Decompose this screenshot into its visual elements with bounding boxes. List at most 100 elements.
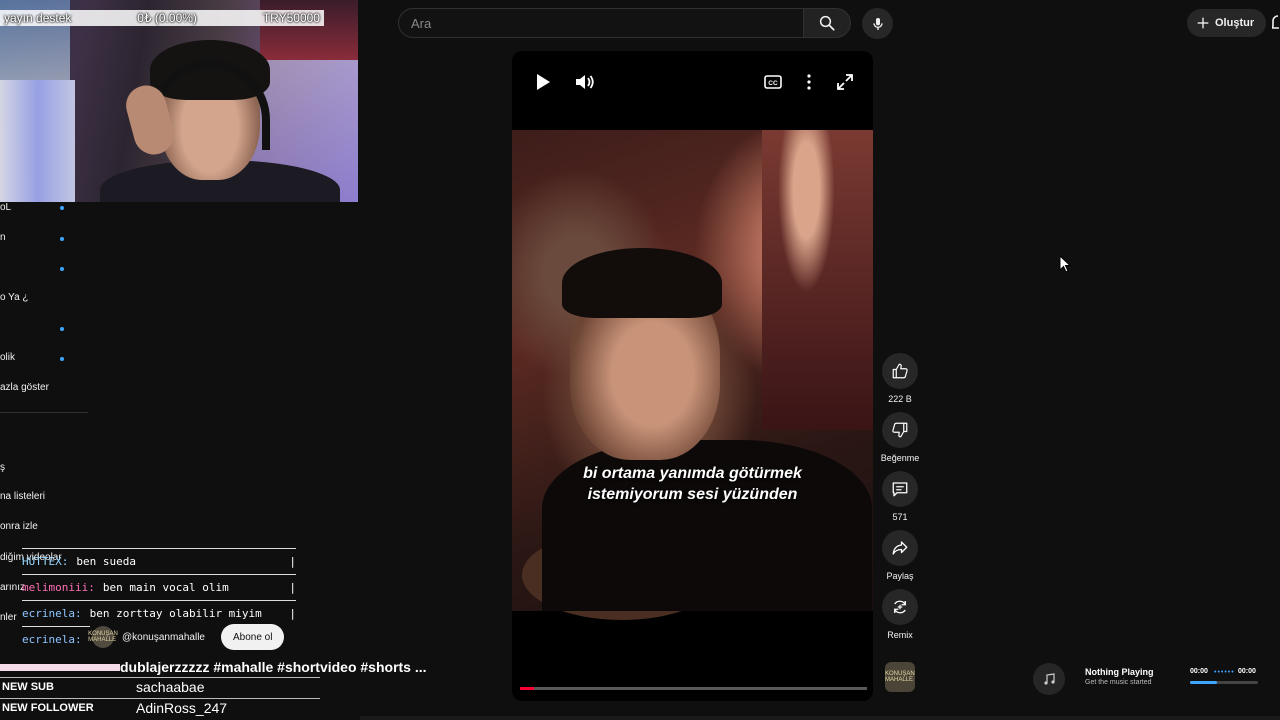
voice-search-button[interactable] — [862, 8, 893, 39]
video-frame[interactable] — [512, 130, 873, 620]
search-icon — [819, 15, 835, 31]
now-playing-title: Nothing Playing — [1085, 667, 1154, 677]
plus-icon — [1197, 17, 1209, 29]
dislike-button[interactable] — [882, 412, 918, 448]
caption-line: istemiyorum sesi yüzünden — [587, 486, 798, 503]
create-button[interactable]: Oluştur — [1187, 9, 1267, 37]
notifications-icon[interactable] — [1272, 12, 1280, 32]
chat-username: melimoniii: — [22, 581, 95, 594]
short-channel-row: KONUŞAN MAHALLE @konuşanmahalle Abone ol — [88, 624, 285, 650]
subscribe-button[interactable]: Abone ol — [220, 624, 285, 650]
remix-action[interactable]: Remix — [880, 589, 920, 640]
search-input[interactable] — [399, 9, 803, 37]
sidebar-item[interactable]: olik — [0, 352, 15, 363]
next-short-preview — [360, 716, 1280, 720]
sidebar-item[interactable]: ş — [0, 462, 5, 473]
thumbs-up-icon — [892, 363, 908, 379]
show-more-link[interactable]: azla göster — [0, 382, 49, 393]
alert-label: NEW SUB — [2, 680, 54, 693]
caption-line: bi ortama yanımda götürmek — [583, 465, 802, 482]
new-follower-alert: NEW FOLLOWER AdinRoss_247 — [0, 698, 320, 716]
thumbs-down-icon — [892, 422, 908, 438]
channel-handle[interactable]: @konuşanmahalle — [122, 632, 205, 643]
comments-button[interactable] — [882, 471, 918, 507]
overlay-strip — [0, 664, 120, 671]
channel-thumbnail[interactable]: KONUŞAN MAHALLE — [885, 662, 915, 692]
sidebar-item-playlists[interactable]: na listeleri — [0, 491, 45, 502]
music-widget-button[interactable] — [1033, 663, 1065, 695]
channel-logo-text: KONUŞAN MAHALLE — [885, 671, 915, 683]
channel-logo-text: KONUŞAN MAHALLE — [88, 631, 118, 643]
chat-message: HUTTEX: ben sueda | — [22, 548, 296, 574]
video-progress-bar[interactable] — [520, 687, 867, 690]
comment-icon — [892, 482, 908, 497]
remix-button[interactable] — [882, 589, 918, 625]
more-options-button[interactable] — [799, 72, 819, 92]
captions-button[interactable]: CC — [763, 72, 783, 92]
chat-message: melimoniii: ben main vocal olim | — [22, 574, 296, 600]
svg-text:CC: CC — [768, 80, 778, 87]
alert-value: AdinRoss_247 — [136, 699, 228, 716]
now-playing-progress-fill — [1190, 681, 1218, 684]
volume-icon — [576, 75, 594, 89]
share-icon — [892, 541, 908, 555]
like-action[interactable]: 222 B — [880, 353, 920, 404]
video-caption: bi ortama yanımda götürmek istemiyorum s… — [512, 463, 873, 505]
alert-label: NEW FOLLOWER — [2, 701, 94, 714]
live-dot — [60, 206, 64, 210]
donation-goal-bar: yayın destek 0₺ (0.00%) TRY50000 — [0, 10, 324, 26]
dislike-action[interactable]: Beğenme — [880, 412, 920, 463]
volume-button[interactable] — [575, 72, 595, 92]
fullscreen-button[interactable] — [835, 72, 855, 92]
sidebar-item-watch-later[interactable]: onra izle — [0, 521, 38, 532]
dislike-label: Beğenme — [880, 453, 920, 463]
comments-action[interactable]: 571 — [880, 471, 920, 522]
donation-progress: 0₺ (0.00%) — [137, 11, 197, 25]
shorts-player[interactable]: bi ortama yanımda götürmek istemiyorum s… — [512, 51, 873, 701]
live-dot — [60, 357, 64, 361]
live-dot — [60, 327, 64, 331]
now-playing-elapsed: 00:00 — [1190, 668, 1208, 675]
now-playing-progress[interactable] — [1190, 681, 1258, 684]
share-label: Paylaş — [886, 571, 914, 581]
search-box[interactable] — [398, 8, 803, 38]
chat-message: ecrinela: ben zorttay olabilir miyim | — [22, 600, 296, 626]
microphone-icon — [872, 17, 883, 30]
play-icon — [537, 74, 550, 90]
closed-captions-icon: CC — [764, 75, 782, 89]
chat-username: HUTTEX: — [22, 555, 69, 568]
live-dot — [60, 267, 64, 271]
play-button[interactable] — [533, 72, 553, 92]
channel-avatar[interactable]: KONUŞAN MAHALLE — [88, 626, 118, 648]
chat-text: ben sueda — [76, 555, 136, 568]
fullscreen-icon — [837, 74, 853, 90]
now-playing-total: 00:00 — [1238, 668, 1256, 675]
sidebar-item[interactable]: nler — [0, 612, 17, 623]
live-dot — [60, 237, 64, 241]
webcam-feed — [0, 0, 358, 202]
chat-username: ecrinela: — [22, 633, 82, 646]
short-description[interactable]: dublajerzzzzz #mahalle #shortvideo #shor… — [120, 659, 427, 675]
like-count: 222 B — [888, 394, 912, 404]
chat-text: ben main vocal olim — [102, 581, 229, 594]
now-playing-subtitle: Get the music started — [1085, 679, 1152, 686]
sidebar-divider — [0, 412, 88, 413]
donation-goal: TRY50000 — [262, 11, 320, 25]
chat-username: ecrinela: — [22, 607, 82, 620]
share-button[interactable] — [882, 530, 918, 566]
mouse-cursor-icon — [1059, 255, 1071, 273]
remix-label: Remix — [887, 630, 913, 640]
video-progress-fill — [520, 687, 534, 690]
chat-text: ben zorttay olabilir miyim — [89, 607, 262, 620]
search-button[interactable] — [803, 8, 851, 38]
chat-message: ecrinela: — [22, 626, 90, 652]
sidebar-item[interactable]: o Ya ¿ — [0, 292, 29, 303]
sidebar-item[interactable]: n — [0, 232, 6, 243]
comment-count: 571 — [892, 512, 908, 522]
equalizer-icon: •••••• — [1214, 669, 1235, 676]
new-sub-alert: NEW SUB sachaabae — [0, 677, 320, 695]
like-button[interactable] — [882, 353, 918, 389]
more-vertical-icon — [807, 74, 811, 90]
sidebar-item[interactable]: oL — [0, 202, 11, 213]
share-action[interactable]: Paylaş — [880, 530, 920, 581]
